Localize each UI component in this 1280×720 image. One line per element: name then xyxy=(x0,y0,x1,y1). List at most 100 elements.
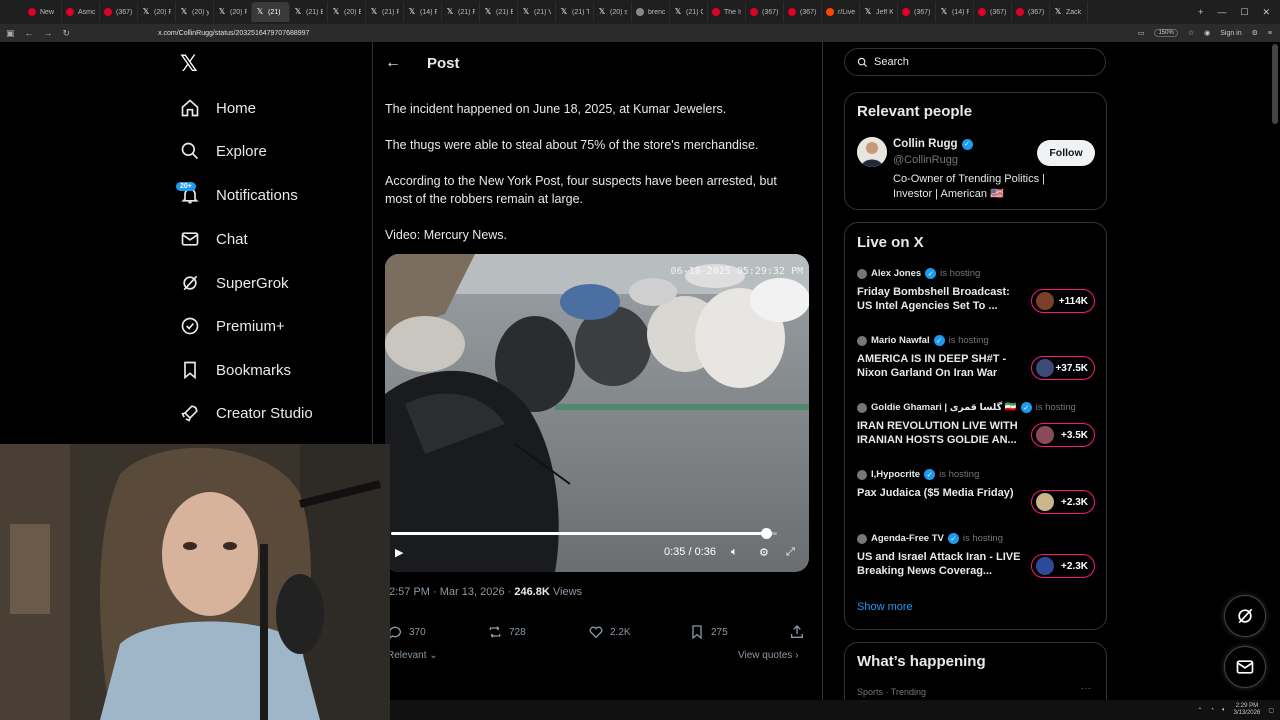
browser-tab[interactable]: 𝕏 (20) F xyxy=(138,2,176,22)
browser-tab[interactable]: 𝕏 (20) s xyxy=(594,2,632,22)
grok-fab-button[interactable] xyxy=(1224,595,1266,637)
browser-tab[interactable]: (367) xyxy=(784,2,822,22)
back-icon[interactable]: ← xyxy=(25,28,34,39)
account-icon[interactable]: ◉ xyxy=(1204,29,1210,37)
extensions-icon[interactable]: ⚙ xyxy=(1252,29,1258,37)
browser-tab[interactable]: 𝕏 (21) C xyxy=(670,2,708,22)
sidebar-toggle-icon[interactable]: ▣ xyxy=(6,28,15,39)
new-tab-icon[interactable]: + xyxy=(1198,7,1203,17)
browser-tab-label: (21) xyxy=(268,8,281,16)
nav-notifications[interactable]: Notifications xyxy=(180,180,298,210)
browser-tab[interactable]: 𝕏 (21) F xyxy=(366,2,404,22)
live-listeners-pill[interactable]: +114K xyxy=(1031,289,1095,313)
browser-tab[interactable]: (367) xyxy=(100,2,138,22)
browser-tab[interactable]: 𝕏 (21) E xyxy=(480,2,518,22)
browser-tab[interactable]: 𝕏 Jeff K xyxy=(860,2,898,22)
notification-center-icon[interactable]: ▢ xyxy=(1268,707,1274,714)
browser-tab[interactable]: 𝕏 (21) F xyxy=(442,2,480,22)
follow-button[interactable]: Follow xyxy=(1037,140,1095,166)
page-scrollbar[interactable] xyxy=(1272,44,1278,124)
nav-supergrok[interactable]: SuperGrok xyxy=(180,268,289,298)
browser-tab[interactable]: brenc xyxy=(632,2,670,22)
browser-tab[interactable]: 𝕏 (20) E xyxy=(328,2,366,22)
like-button[interactable]: 2.2K xyxy=(588,624,631,640)
live-listeners-pill[interactable]: +3.5K xyxy=(1031,423,1095,447)
network-icon[interactable]: ◔ xyxy=(1210,707,1214,713)
bookmark-button[interactable]: 275 xyxy=(689,624,728,640)
browser-tab[interactable]: 𝕏 (14) F xyxy=(404,2,442,22)
video-progress-fill xyxy=(391,532,767,535)
nav-premium[interactable]: Premium+ xyxy=(180,311,285,341)
browser-tab[interactable]: (367) xyxy=(974,2,1012,22)
minimize-icon[interactable]: — xyxy=(1217,7,1226,17)
post-header: ← Post xyxy=(373,44,822,82)
show-more-link[interactable]: Show more xyxy=(857,601,913,613)
reply-sort-dropdown[interactable]: Relevant ⌄ xyxy=(387,650,438,661)
menu-icon[interactable]: ≡ xyxy=(1268,30,1272,37)
nav-explore[interactable]: Explore xyxy=(180,136,267,166)
nav-home[interactable]: Home xyxy=(180,93,256,123)
volume-icon[interactable]: 🔈︎ xyxy=(731,546,738,559)
reader-icon[interactable]: ▭ xyxy=(1138,29,1145,37)
reload-icon[interactable]: ↻ xyxy=(63,28,71,39)
bookmark-count: 275 xyxy=(711,626,728,638)
fullscreen-icon[interactable]: ⤢ xyxy=(786,546,795,559)
more-options-icon[interactable]: ··· xyxy=(1081,683,1091,694)
tray-chevron-icon[interactable]: ⌃ xyxy=(1197,707,1202,714)
url-text[interactable]: x.com/CollinRugg/status/2032516479707688… xyxy=(158,30,309,37)
browser-tab[interactable]: 𝕏 (21) E xyxy=(290,2,328,22)
volume-icon[interactable]: 🔈︎ xyxy=(1222,707,1226,714)
browser-tab-label: r/Livel xyxy=(838,8,855,16)
person-name[interactable]: Collin Rugg ✓ xyxy=(893,138,973,150)
search-input[interactable]: Search xyxy=(844,48,1106,76)
browser-tab[interactable]: 𝕏 (21) V xyxy=(518,2,556,22)
live-avatar xyxy=(1036,359,1054,377)
browser-tab[interactable]: Asmo xyxy=(62,2,100,22)
browser-tab-label: (20) s xyxy=(610,8,627,16)
nav-bookmarks[interactable]: Bookmarks xyxy=(180,355,291,385)
share-button[interactable] xyxy=(789,624,805,640)
messages-fab-button[interactable] xyxy=(1224,646,1266,688)
browser-tab[interactable]: (367) xyxy=(1012,2,1050,22)
star-icon[interactable]: ☆ xyxy=(1188,29,1194,37)
browser-tab[interactable]: (367) xyxy=(746,2,784,22)
browser-tab[interactable]: New xyxy=(24,2,62,22)
play-icon[interactable]: ▶ xyxy=(395,546,403,559)
live-title: IRAN REVOLUTION LIVE WITH IRANIAN HOSTS … xyxy=(857,420,1018,446)
nav-chat[interactable]: Chat xyxy=(180,224,248,254)
back-arrow-icon[interactable]: ← xyxy=(385,54,405,72)
maximize-icon[interactable]: ☐ xyxy=(1240,7,1248,18)
clock[interactable]: 2:29 PM 3/13/2026 xyxy=(1234,703,1261,717)
nav-premium-label: Premium+ xyxy=(216,317,285,335)
video-progress-bar[interactable] xyxy=(391,528,777,539)
browser-tab-label: New xyxy=(40,8,55,16)
repost-button[interactable]: 728 xyxy=(487,624,526,640)
post-timestamp[interactable]: 2:57 PM · Mar 13, 2026 · xyxy=(389,586,514,598)
reply-button[interactable]: 370 xyxy=(387,624,426,640)
browser-tab[interactable]: r/Livel xyxy=(822,2,860,22)
forward-icon[interactable]: → xyxy=(44,28,53,39)
close-window-icon[interactable]: ✕ xyxy=(1262,7,1270,18)
live-listeners-pill[interactable]: +2.3K xyxy=(1031,554,1095,578)
view-quotes-link[interactable]: View quotes › xyxy=(738,650,798,661)
browser-tab[interactable]: 𝕏 (21) xyxy=(252,2,290,22)
browser-tab[interactable]: 𝕏 (20) F xyxy=(214,2,252,22)
signin-label[interactable]: Sign in xyxy=(1220,30,1241,37)
browser-tab[interactable]: 𝕏 (21) T xyxy=(556,2,594,22)
settings-icon[interactable]: ⚙ xyxy=(759,546,769,559)
x-logo[interactable]: 𝕏 xyxy=(180,52,198,77)
zoom-level[interactable]: 150% xyxy=(1154,29,1178,37)
post-actions: 370 728 2.2K 275 xyxy=(387,624,807,642)
browser-tab[interactable]: 𝕏 (20) y xyxy=(176,2,214,22)
avatar[interactable] xyxy=(857,137,887,167)
person-handle[interactable]: @CollinRugg xyxy=(893,154,958,166)
browser-tab[interactable]: 𝕏 (14) F xyxy=(936,2,974,22)
browser-tab[interactable]: 𝕏 Zack xyxy=(1050,2,1088,22)
live-listeners-pill[interactable]: +37.5K xyxy=(1031,356,1095,380)
live-listeners-pill[interactable]: +2.3K xyxy=(1031,490,1095,514)
verified-icon: ✓ xyxy=(1020,402,1032,413)
browser-tab[interactable]: The Is xyxy=(708,2,746,22)
video-player[interactable]: 06-18-2025 05:29:32 PM ▶ 0:35 / 0:36 🔈︎ … xyxy=(385,254,809,572)
browser-tab[interactable]: (367) xyxy=(898,2,936,22)
nav-creator-studio[interactable]: Creator Studio xyxy=(180,398,313,428)
